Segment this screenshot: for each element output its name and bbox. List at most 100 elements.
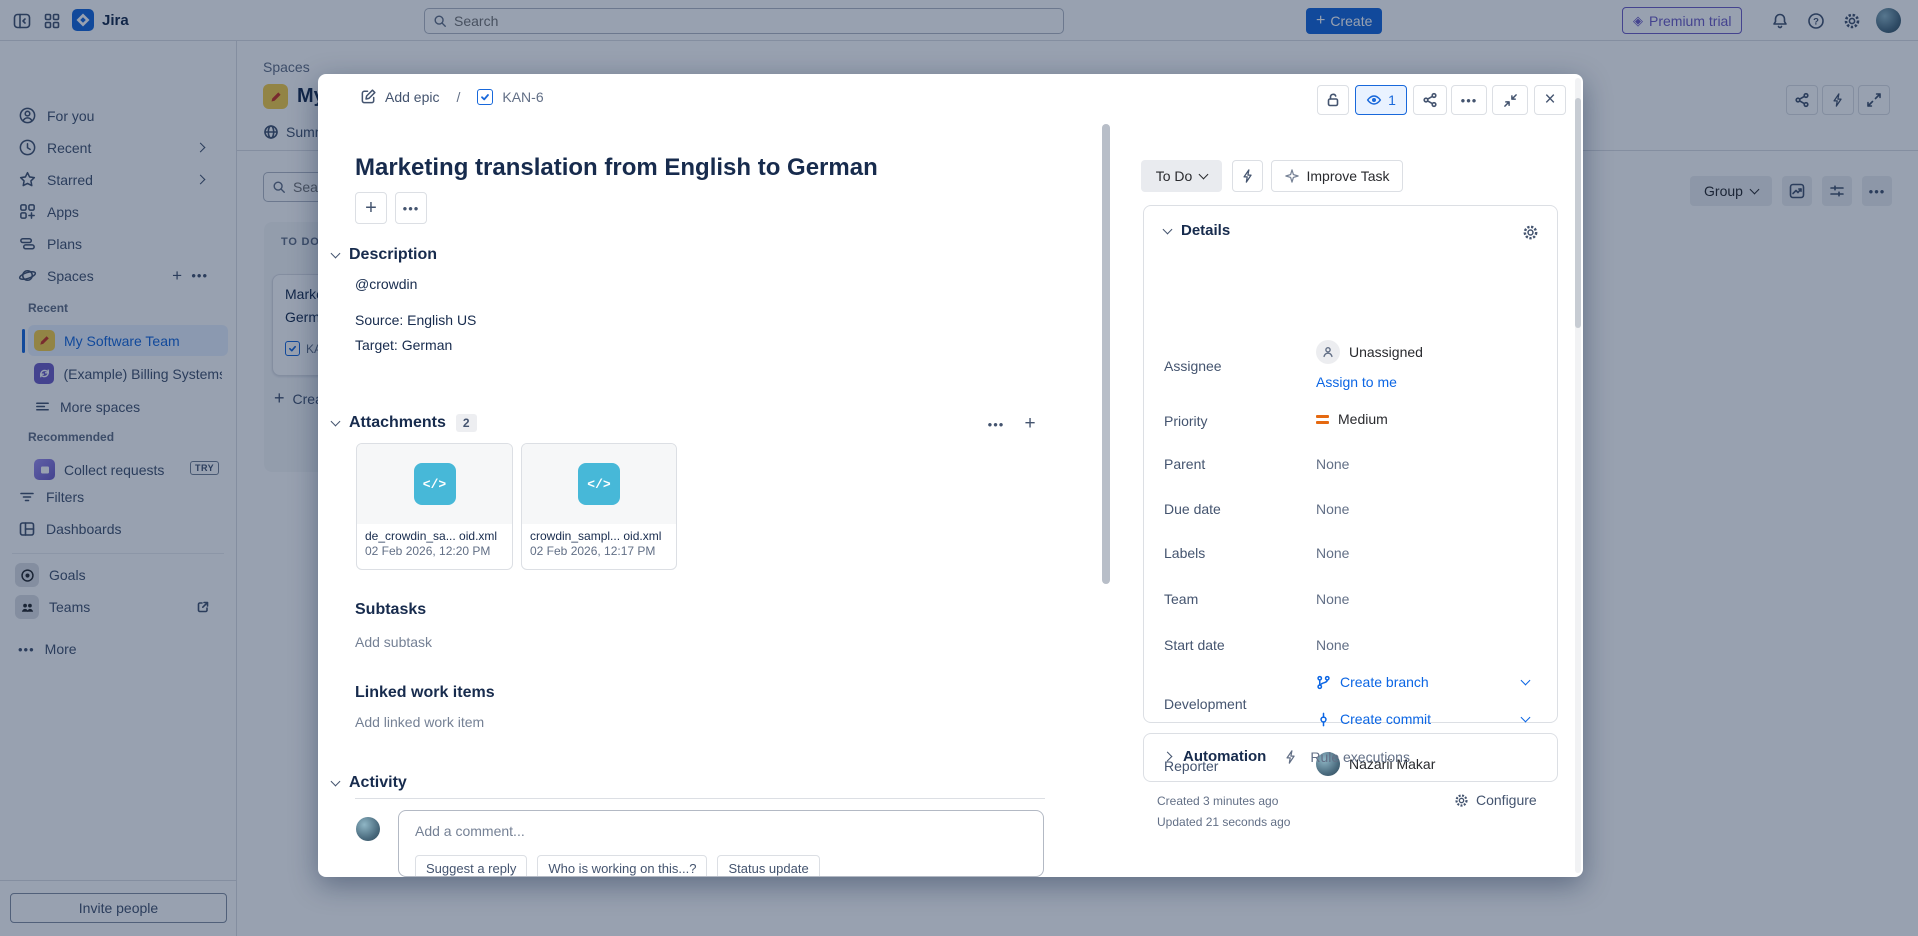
description-section-header[interactable]: Description <box>332 246 437 264</box>
description-mention: @crowdin <box>355 276 417 292</box>
team-value[interactable]: None <box>1316 591 1349 607</box>
branch-icon <box>1316 675 1331 690</box>
description-source: Source: English US <box>355 312 476 328</box>
priority-name: Medium <box>1338 411 1388 427</box>
start-date-value[interactable]: None <box>1316 637 1349 653</box>
suggest-reply-chip[interactable]: Suggest a reply <box>415 855 527 877</box>
assignee-name: Unassigned <box>1349 344 1423 360</box>
development-label: Development <box>1164 696 1247 712</box>
breadcrumb-separator: / <box>448 89 468 105</box>
xml-file-icon: </> <box>414 463 456 505</box>
watch-eye-icon <box>1366 92 1382 108</box>
comment-box[interactable]: Add a comment... Suggest a reply Who is … <box>398 810 1044 877</box>
description-target: Target: German <box>355 337 452 353</box>
activity-section-header[interactable]: Activity <box>332 774 407 792</box>
status-update-chip[interactable]: Status update <box>717 855 819 877</box>
title-more-button[interactable]: ••• <box>395 192 427 224</box>
subtasks-heading: Subtasks <box>355 601 426 619</box>
commit-options-chevron[interactable] <box>1521 713 1531 723</box>
create-branch-label: Create branch <box>1340 674 1429 690</box>
modal-scrollbar[interactable] <box>1102 124 1110 584</box>
activity-heading: Activity <box>349 774 407 792</box>
priority-label: Priority <box>1164 413 1208 429</box>
labels-value[interactable]: None <box>1316 545 1349 561</box>
lightning-icon <box>1241 169 1255 183</box>
status-dropdown[interactable]: To Do <box>1141 160 1222 192</box>
collapse-icon <box>1503 93 1518 108</box>
jira-app: Jira + Create ◈ Premium trial ? <box>0 0 1918 936</box>
automation-quick-button[interactable] <box>1232 160 1263 192</box>
attachment-card[interactable]: </> de_crowdin_sa... oid.xml 02 Feb 2026… <box>356 443 513 570</box>
comment-placeholder: Add a comment... <box>415 823 525 839</box>
attachments-add-button[interactable]: + <box>1016 410 1044 438</box>
add-content-button[interactable]: + <box>355 192 387 224</box>
team-label: Team <box>1164 591 1198 607</box>
details-settings-button[interactable] <box>1516 218 1544 246</box>
status-label: To Do <box>1156 168 1193 184</box>
watch-button[interactable]: 1 <box>1355 85 1407 115</box>
panel-scrollbar-track[interactable] <box>1575 78 1581 873</box>
gear-icon <box>1522 224 1539 241</box>
attachment-date: 02 Feb 2026, 12:17 PM <box>522 543 676 559</box>
branch-options-chevron[interactable] <box>1521 676 1531 686</box>
details-heading: Details <box>1181 222 1230 239</box>
priority-medium-icon <box>1316 415 1329 424</box>
created-timestamp: Created 3 minutes ago <box>1157 794 1278 808</box>
start-date-label: Start date <box>1164 637 1225 653</box>
chevron-down-icon <box>331 417 341 427</box>
who-working-chip[interactable]: Who is working on this...? <box>537 855 707 877</box>
configure-button[interactable]: Configure <box>1454 792 1537 808</box>
attachments-more-button[interactable]: ••• <box>982 410 1010 438</box>
add-epic-label: Add epic <box>385 89 439 105</box>
add-epic-button[interactable]: Add epic <box>360 88 439 105</box>
task-detail-modal: Add epic / KAN-6 1 ••• <box>318 74 1583 877</box>
improve-task-button[interactable]: Improve Task <box>1271 160 1403 192</box>
priority-value[interactable]: Medium <box>1316 411 1388 427</box>
create-commit-action[interactable]: Create commit <box>1316 711 1431 727</box>
chevron-down-icon <box>1163 224 1173 234</box>
attachment-thumbnail: </> <box>522 444 676 524</box>
create-branch-action[interactable]: Create branch <box>1316 674 1429 690</box>
share-button[interactable] <box>1413 85 1447 115</box>
chevron-down-icon <box>331 249 341 259</box>
automation-panel[interactable]: Automation Rule executions <box>1143 733 1558 782</box>
attachment-card[interactable]: </> crowdin_sampl... oid.xml 02 Feb 2026… <box>521 443 677 570</box>
chevron-right-icon <box>1163 752 1173 762</box>
attachments-section-header[interactable]: Attachments 2 <box>332 414 477 432</box>
assignee-label: Assignee <box>1164 358 1222 374</box>
collapse-modal-button[interactable] <box>1492 85 1528 115</box>
lock-button[interactable] <box>1317 85 1349 115</box>
issue-key[interactable]: KAN-6 <box>502 89 543 105</box>
assign-to-me-link[interactable]: Assign to me <box>1316 374 1397 390</box>
labels-label: Labels <box>1164 545 1205 561</box>
improve-task-label: Improve Task <box>1307 168 1390 184</box>
unassigned-avatar-icon <box>1316 340 1340 364</box>
modal-more-button[interactable]: ••• <box>1451 85 1487 115</box>
chevron-down-icon <box>331 777 341 787</box>
assignee-value[interactable]: Unassigned <box>1316 340 1423 364</box>
due-date-value[interactable]: None <box>1316 501 1349 517</box>
modal-title[interactable]: Marketing translation from English to Ge… <box>355 154 1055 182</box>
attachments-heading: Attachments <box>349 414 446 432</box>
close-modal-button[interactable]: × <box>1534 85 1566 115</box>
panel-scrollbar-thumb[interactable] <box>1575 98 1581 328</box>
edit-square-icon <box>360 88 377 105</box>
parent-value[interactable]: None <box>1316 456 1349 472</box>
automation-heading: Automation <box>1183 748 1266 765</box>
rule-executions-label[interactable]: Rule executions <box>1310 749 1410 765</box>
attachment-thumbnail: </> <box>357 444 512 524</box>
comment-suggestions: Suggest a reply Who is working on this..… <box>415 855 820 877</box>
details-header[interactable]: Details <box>1164 222 1230 239</box>
linked-items-heading: Linked work items <box>355 684 495 702</box>
add-linked-item-button[interactable]: Add linked work item <box>355 714 484 730</box>
parent-label: Parent <box>1164 456 1205 472</box>
add-subtask-button[interactable]: Add subtask <box>355 634 432 650</box>
chevron-down-icon <box>1199 170 1209 180</box>
configure-label: Configure <box>1476 792 1537 808</box>
attachment-name: crowdin_sampl... oid.xml <box>522 524 676 543</box>
details-panel: Details Assignee Unassigned Assign to me… <box>1143 205 1558 723</box>
attachments-count-badge: 2 <box>456 414 477 432</box>
lightning-icon <box>1284 750 1298 764</box>
attachment-date: 02 Feb 2026, 12:20 PM <box>357 543 512 559</box>
modal-breadcrumb: Add epic / KAN-6 <box>360 88 544 105</box>
